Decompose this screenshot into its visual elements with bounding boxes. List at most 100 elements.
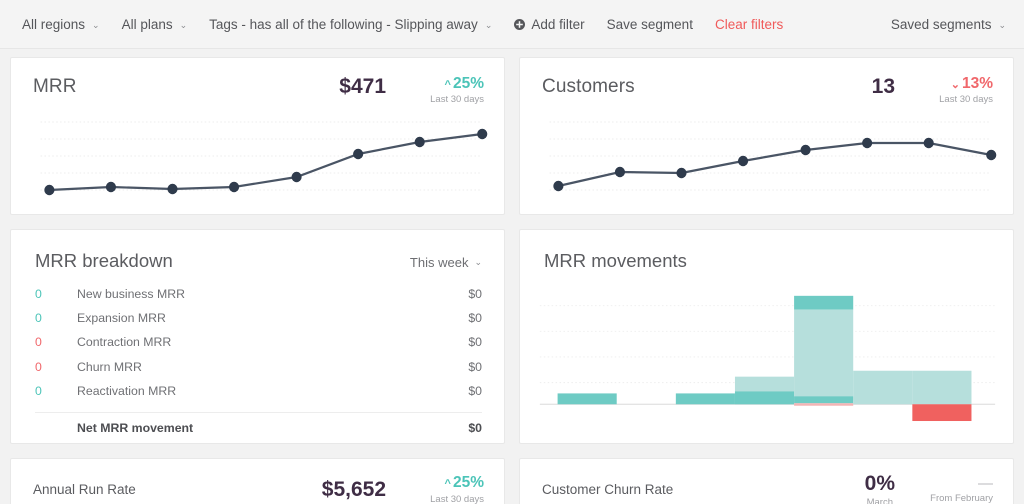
dashboard-grid: MRR $471 ^ 25% Last 30 days Customers 13… [0,49,1024,504]
filter-toolbar: All regions ⌄ All plans ⌄ Tags - has all… [0,0,1024,49]
customers-delta-period: Last 30 days [939,94,993,106]
customers-delta-value: ⌄ 13% [921,75,993,92]
bar-3 [675,393,735,405]
chevron-down-icon: ⌄ [998,19,1006,30]
saved-segments-label: Saved segments [890,16,992,32]
filter-tags-label: Tags - has all of the following - Slippi… [209,16,478,32]
filter-all-regions-label: All regions [22,16,86,32]
row-amount: $0 [468,383,482,398]
bar-5-base [794,396,854,404]
clear-filters-button[interactable]: Clear filters [715,17,783,32]
annual-run-rate-delta-value: ^ 25% [412,475,484,491]
customers-sparkline-chart [520,114,1013,214]
chevron-down-icon: ⌄ [179,19,188,30]
customers-card: Customers 13 ⌄ 13% Last 30 days [519,57,1014,215]
customer-churn-rate-title: Customer Churn Rate [542,482,674,498]
row-label: Contraction MRR [77,335,172,350]
chevron-down-icon: ⌄ [474,257,482,267]
row-label: New business MRR [77,287,185,302]
dashboard-row-summary: Annual Run Rate $5,652 ^ 25% Last 30 days… [10,457,1014,504]
row-label: Expansion MRR [77,311,166,326]
bar-5-pink [794,403,854,406]
customers-value: 13 [871,75,895,98]
chevron-down-icon: ⌄ [92,19,100,30]
bar-4-solid [734,391,795,405]
customer-churn-rate-value-group: 0% March [865,472,895,504]
mrr-breakdown-header: MRR breakdown This week ⌄ [11,230,504,282]
bar-7-light [912,370,972,405]
annual-run-rate-value: $5,652 [321,477,386,501]
row-count: 0 [35,359,42,374]
row-amount: $0 [468,335,482,350]
breakdown-period-dropdown[interactable]: This week ⌄ [410,255,482,270]
mrr-card-header: MRR $471 ^ 25% Last 30 days [11,58,504,114]
save-segment-label: Save segment [606,16,693,32]
row-amount: $0 [468,311,482,326]
table-row: 0 Reactivation MRR $0 [35,379,482,403]
dashboard-row-breakdown: MRR breakdown This week ⌄ 0 New business… [10,229,1014,444]
save-segment-button[interactable]: Save segment [607,17,693,32]
bar-1 [557,393,617,405]
annual-run-rate-title: Annual Run Rate [33,482,136,498]
customer-churn-rate-delta: — From February [921,474,993,504]
trend-up-icon: ^ [444,79,451,91]
row-amount: $0 [468,287,482,302]
row-count: 0 [35,311,42,326]
mrr-movements-card: MRR movements [519,229,1014,444]
customer-churn-rate-body: Customer Churn Rate 0% March — From Febr… [520,459,1013,504]
table-row: 0 Contraction MRR $0 [35,330,482,354]
add-filter-button[interactable]: Add filter [514,16,585,32]
filter-all-plans[interactable]: All plans ⌄ [122,17,188,32]
mrr-movements-chart [520,272,1013,422]
mrr-delta-pct: 25% [452,75,484,92]
row-amount: $0 [468,359,482,374]
filter-all-plans-label: All plans [121,16,173,32]
trend-up-icon: ^ [444,478,451,491]
customers-card-header: Customers 13 ⌄ 13% Last 30 days [520,58,1013,114]
annual-run-rate-body: Annual Run Rate $5,652 ^ 25% Last 30 days [11,459,504,504]
filter-tags[interactable]: Tags - has all of the following - Slippi… [209,17,492,32]
annual-run-rate-delta: ^ 25% Last 30 days [412,475,484,504]
annual-run-rate-card: Annual Run Rate $5,652 ^ 25% Last 30 days [10,457,505,504]
clear-filters-label: Clear filters [714,16,784,32]
mrr-breakdown-title: MRR breakdown [35,250,173,271]
trend-down-icon: ⌄ [950,79,960,91]
net-mrr-amount: $0 [468,420,482,435]
chevron-down-icon: ⌄ [484,19,493,30]
mrr-value: $471 [339,75,386,98]
saved-segments-dropdown[interactable]: Saved segments ⌄ [891,17,1006,32]
bar-5-cap [794,295,854,310]
customers-title: Customers [542,76,635,97]
net-mrr-movement-row: Net MRR movement $0 [35,413,482,443]
table-row: 0 New business MRR $0 [35,282,482,306]
customer-churn-rate-compare: From February [930,493,993,504]
row-label: Churn MRR [77,359,142,374]
no-change-icon: — [978,474,993,492]
breakdown-period-label: This week [409,255,469,270]
net-mrr-label: Net MRR movement [77,420,194,435]
customer-churn-rate-card: Customer Churn Rate 0% March — From Febr… [519,457,1014,504]
table-row: 0 Churn MRR $0 [35,355,482,379]
bar-6 [853,370,913,405]
filter-all-regions[interactable]: All regions ⌄ [22,17,100,32]
mrr-delta: ^ 25% Last 30 days [412,75,484,106]
mrr-delta-value: ^ 25% [412,75,484,92]
row-label: Reactivation MRR [77,383,177,398]
mrr-delta-period: Last 30 days [430,94,484,106]
mrr-title: MRR [33,76,77,97]
customer-churn-rate-month: March [866,496,894,504]
plus-circle-icon [514,18,526,30]
add-filter-label: Add filter [531,16,585,32]
table-row: 0 Expansion MRR $0 [35,306,482,330]
customers-delta: ⌄ 13% Last 30 days [921,75,993,106]
annual-run-rate-delta-pct: 25% [452,474,484,492]
annual-run-rate-delta-period: Last 30 days [430,493,484,504]
bar-7-red [912,404,972,422]
customer-churn-rate-value: 0% [864,471,895,495]
row-count: 0 [35,335,42,350]
mrr-sparkline-chart [11,114,504,214]
dashboard-row-metrics: MRR $471 ^ 25% Last 30 days Customers 13… [10,57,1014,215]
mrr-breakdown-card: MRR breakdown This week ⌄ 0 New business… [10,229,505,444]
mrr-card: MRR $471 ^ 25% Last 30 days [10,57,505,215]
mrr-breakdown-table: 0 New business MRR $0 0 Expansion MRR $0… [11,282,504,443]
